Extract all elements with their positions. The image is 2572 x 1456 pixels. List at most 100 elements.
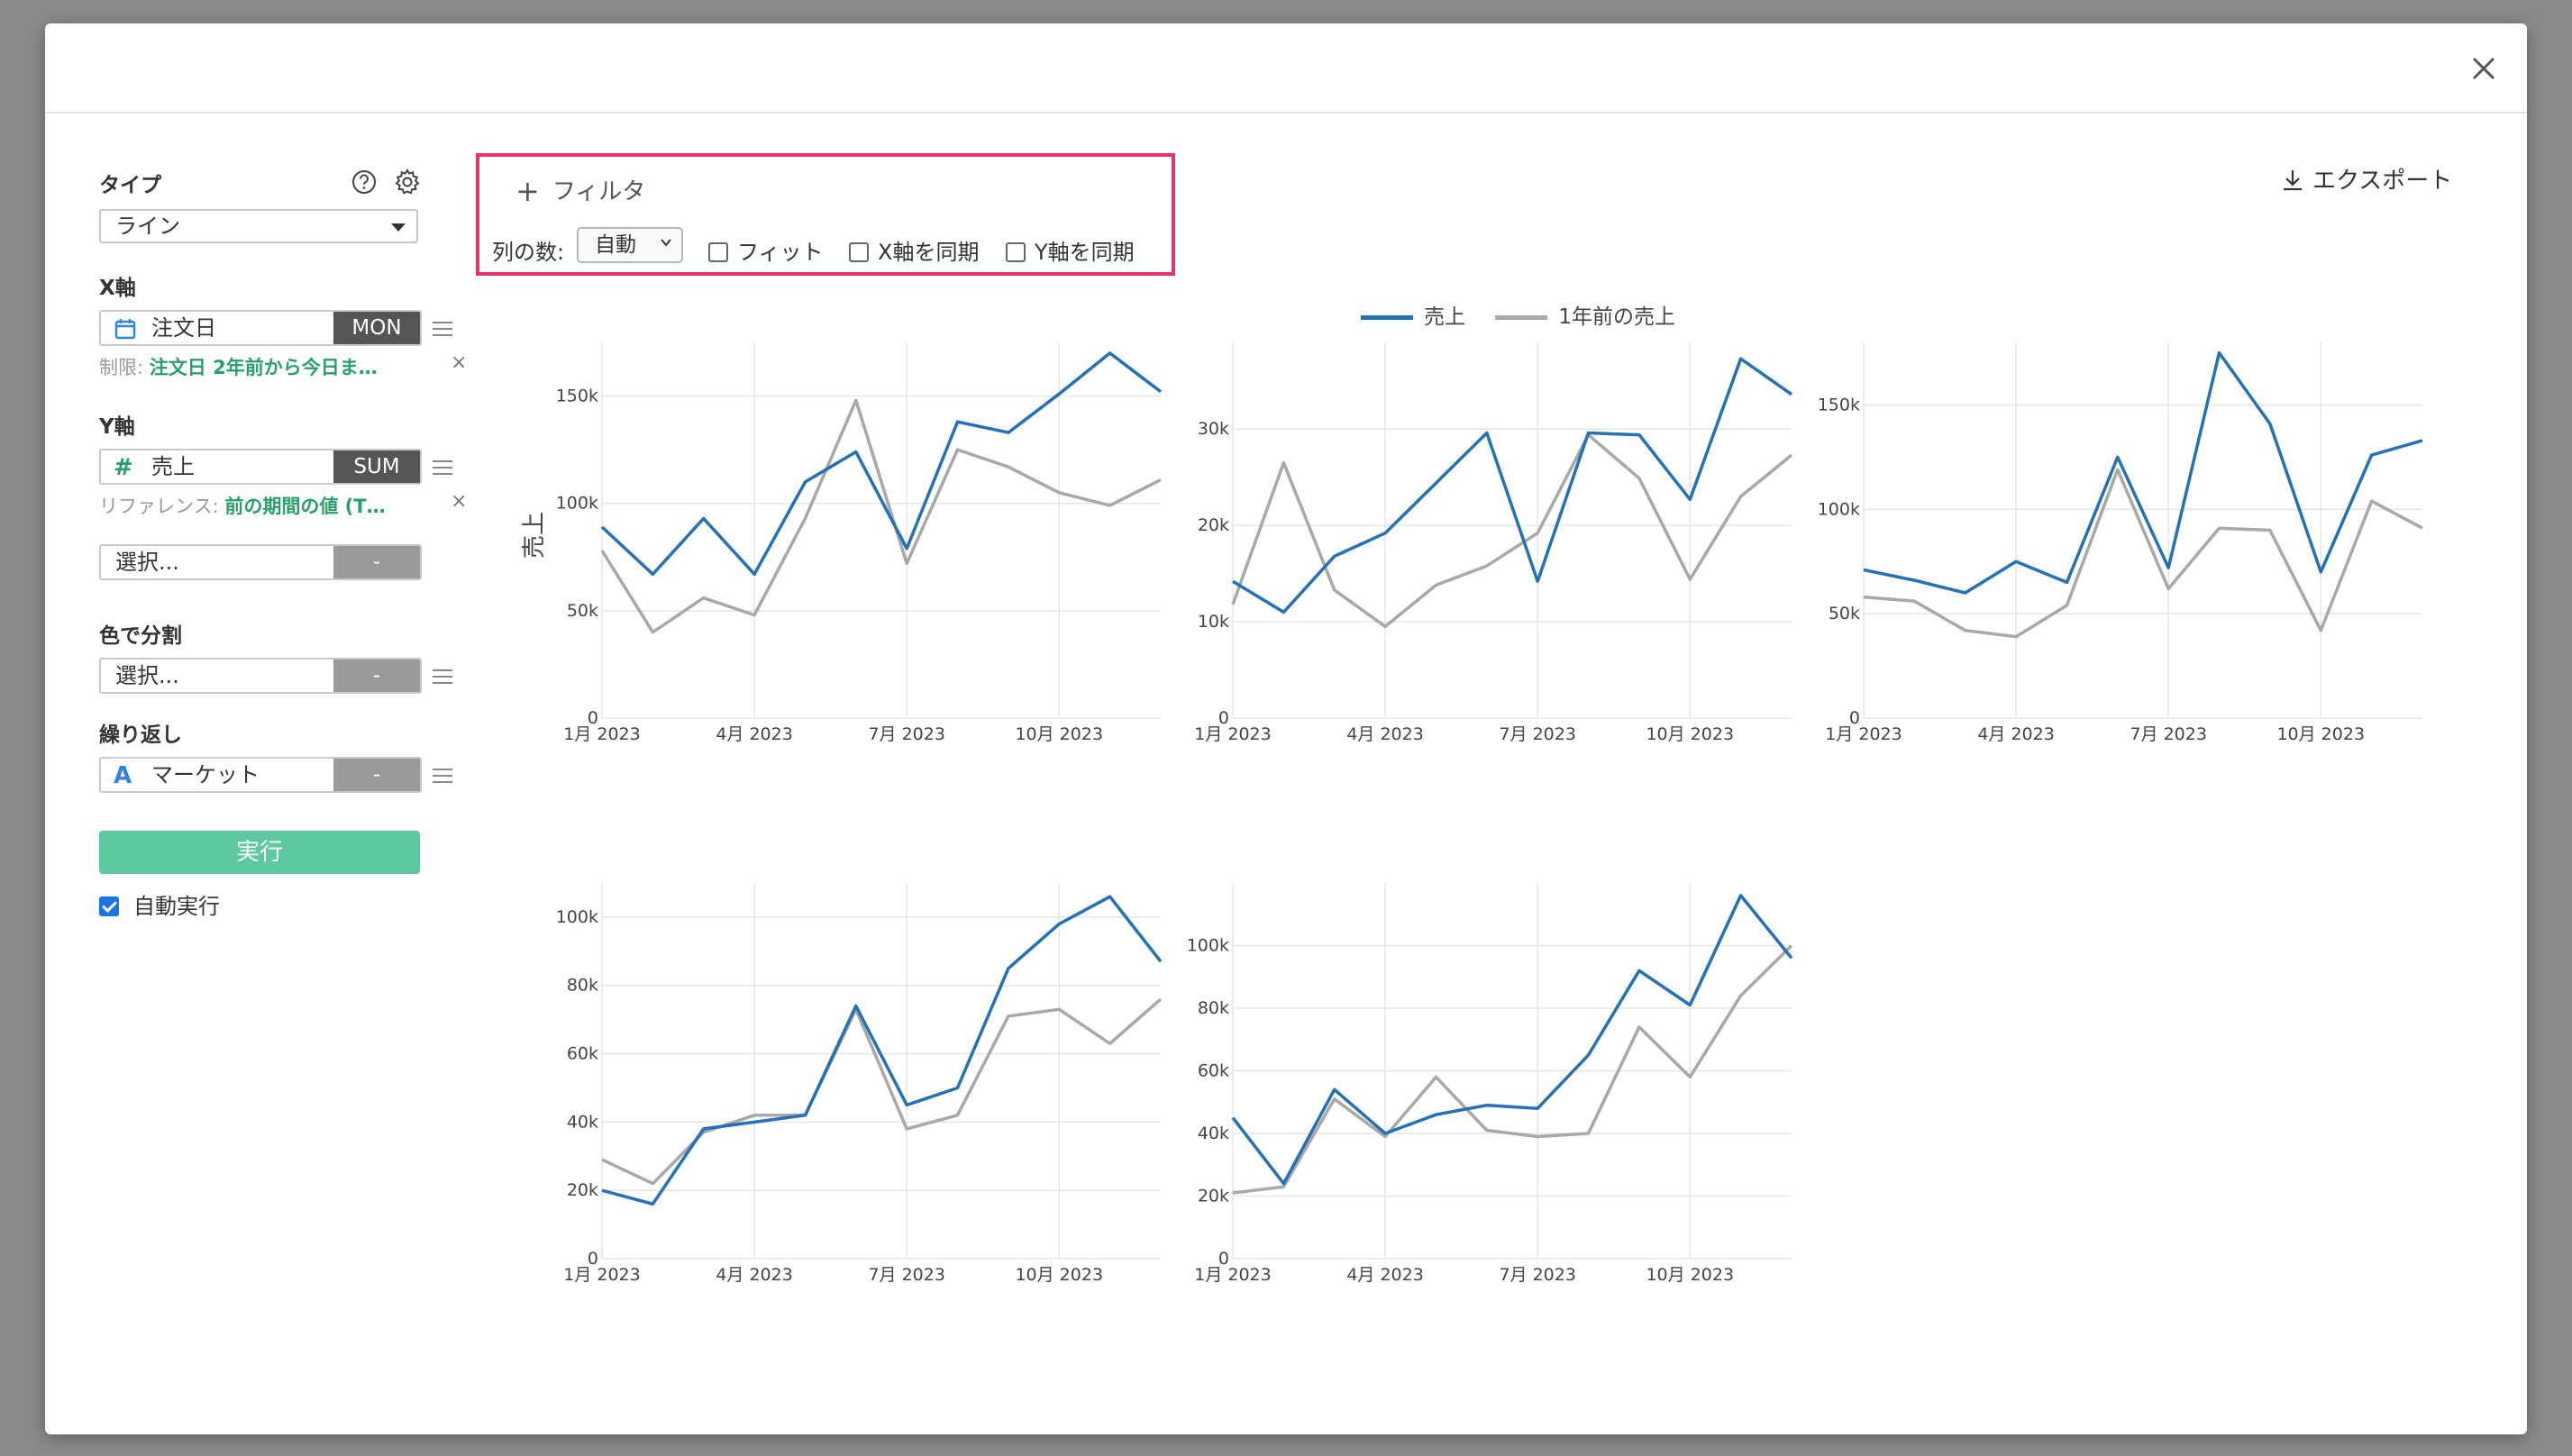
color-split-tag[interactable]: - bbox=[333, 660, 420, 692]
y-tick-label: 100k bbox=[556, 907, 598, 927]
y-tick-label: 50k bbox=[567, 601, 598, 621]
help-icon[interactable] bbox=[350, 168, 379, 196]
close-icon[interactable] bbox=[2466, 50, 2502, 86]
color-split-select[interactable]: 選択... - bbox=[99, 658, 422, 694]
x-tick-label: 4月 2023 bbox=[1346, 1265, 1423, 1285]
legend-swatch bbox=[1495, 315, 1548, 320]
dialog-header bbox=[45, 23, 2527, 114]
x-tick-label: 10月 2023 bbox=[1015, 1265, 1103, 1285]
x-limit-prefix: 制限: bbox=[99, 357, 144, 378]
hash-icon: # bbox=[114, 454, 133, 481]
hamburger-icon[interactable] bbox=[433, 768, 452, 784]
add-filter-button[interactable]: + フィルタ bbox=[515, 173, 645, 208]
repeat-label: 繰り返し bbox=[99, 723, 182, 747]
x-tick-label: 1月 2023 bbox=[1194, 724, 1271, 744]
text-type-icon: A bbox=[114, 762, 132, 789]
y-tick-label: 60k bbox=[567, 1044, 598, 1064]
fit-label: フィット bbox=[737, 240, 824, 265]
checkbox-icon[interactable] bbox=[708, 242, 728, 262]
color-split-label: 色で分割 bbox=[99, 624, 182, 648]
y-reference-prefix: リファレンス: bbox=[99, 496, 219, 517]
y-axis-field[interactable]: # 売上 SUM bbox=[99, 449, 422, 485]
y-tick-label: 100k bbox=[556, 494, 598, 514]
x-tick-label: 7月 2023 bbox=[1499, 724, 1575, 744]
x-limit-value: 注文日 2年前から今日ま… bbox=[149, 357, 378, 378]
repeat-field-tag[interactable]: - bbox=[333, 759, 420, 791]
x-limit-remove-icon[interactable]: × bbox=[451, 351, 467, 374]
series-line-sales[interactable] bbox=[1231, 894, 1793, 1186]
chevron-down-icon bbox=[661, 239, 671, 247]
extra-field-select[interactable]: 選択... - bbox=[99, 544, 422, 580]
x-field-name: 注文日 bbox=[151, 315, 216, 341]
y-field-name: 売上 bbox=[151, 454, 195, 479]
checkbox-icon[interactable] bbox=[849, 242, 869, 262]
chart-panel-2: 010k20k30k1月 2023 4月 2023 7月 2023 10月 2023 bbox=[1194, 342, 1793, 744]
y-tick-label: 150k bbox=[1818, 396, 1860, 415]
x-tick-label: 10月 2023 bbox=[1646, 724, 1734, 744]
export-button[interactable]: エクスポート bbox=[2282, 162, 2452, 196]
series-line-sales[interactable] bbox=[1232, 357, 1793, 614]
y-reference-text[interactable]: リファレンス: 前の期間の値 (T… bbox=[99, 492, 386, 519]
download-icon bbox=[2284, 170, 2302, 191]
x-tick-label: 4月 2023 bbox=[1977, 724, 2054, 744]
series-line-prev-year-sales[interactable] bbox=[1231, 432, 1793, 629]
add-filter-label: フィルタ bbox=[552, 178, 646, 205]
x-tick-label: 7月 2023 bbox=[868, 724, 944, 744]
x-axis-field[interactable]: 注文日 MON bbox=[99, 310, 422, 346]
hamburger-icon[interactable] bbox=[433, 669, 452, 685]
series-line-sales[interactable] bbox=[1863, 350, 2423, 595]
x-tick-label: 10月 2023 bbox=[1015, 724, 1103, 744]
y-tick-label: 40k bbox=[567, 1112, 598, 1132]
x-tick-label: 7月 2023 bbox=[868, 1265, 944, 1285]
run-button[interactable]: 実行 bbox=[99, 831, 420, 874]
sidebar: タイプ ライン X軸 注文日 MON 制限: 注文日 2年前から今日ま… × Y… bbox=[99, 168, 478, 942]
columns-select[interactable]: 自動 bbox=[577, 227, 683, 263]
repeat-field-name: マーケット bbox=[151, 762, 260, 787]
x-aggregation-button[interactable]: MON bbox=[333, 312, 420, 344]
type-label: タイプ bbox=[99, 174, 161, 197]
chart-panel-5: 020k40k60k80k100k1月 2023 4月 2023 7月 2023 10… bbox=[1187, 883, 1793, 1285]
chart-type-value: ライン bbox=[115, 214, 180, 239]
filter-panel: + フィルタ 列の数: 自動 フィット X軸を同期 Y軸を同期 bbox=[476, 153, 1175, 276]
calendar-icon bbox=[114, 319, 136, 340]
series-line-prev-year-sales[interactable] bbox=[1863, 468, 2423, 639]
y-aggregation-button[interactable]: SUM bbox=[333, 450, 420, 483]
fit-checkbox[interactable]: フィット bbox=[708, 234, 824, 266]
repeat-field[interactable]: A マーケット - bbox=[99, 757, 422, 793]
y-tick-label: 20k bbox=[1198, 515, 1229, 535]
checkbox-icon[interactable] bbox=[1006, 242, 1026, 262]
chart-type-select[interactable]: ライン bbox=[99, 209, 418, 243]
y-reference-remove-icon[interactable]: × bbox=[451, 490, 467, 513]
x-limit-text[interactable]: 制限: 注文日 2年前から今日ま… bbox=[99, 353, 378, 380]
x-tick-label: 4月 2023 bbox=[716, 724, 792, 744]
gear-icon[interactable] bbox=[393, 168, 422, 196]
chart-panel-4: 020k40k60k80k100k1月 2023 4月 2023 7月 2023 10… bbox=[556, 883, 1163, 1285]
y-tick-label: 80k bbox=[1198, 998, 1229, 1018]
x-tick-label: 1月 2023 bbox=[1825, 724, 1902, 744]
sync-x-checkbox[interactable]: X軸を同期 bbox=[849, 234, 979, 266]
chart-panel-3: 050k100k150k1月 2023 4月 2023 7月 2023 10月 202… bbox=[1818, 342, 2423, 744]
export-label: エクスポート bbox=[2312, 168, 2453, 195]
hamburger-icon[interactable] bbox=[433, 460, 452, 476]
columns-label: 列の数: bbox=[492, 240, 565, 265]
sync-y-checkbox[interactable]: Y軸を同期 bbox=[1006, 234, 1135, 266]
y-tick-label: 100k bbox=[1818, 499, 1860, 519]
hamburger-icon[interactable] bbox=[433, 321, 452, 337]
x-tick-label: 4月 2023 bbox=[1346, 724, 1423, 744]
series-line-sales[interactable] bbox=[600, 351, 1163, 577]
y-tick-label: 100k bbox=[1187, 936, 1229, 956]
series-line-prev-year-sales[interactable] bbox=[1232, 944, 1793, 1195]
series-line-sales[interactable] bbox=[601, 895, 1163, 1206]
extra-field-tag[interactable]: - bbox=[333, 546, 420, 578]
columns-value: 自動 bbox=[595, 233, 636, 257]
chevron-down-icon bbox=[391, 223, 406, 232]
series-line-prev-year-sales[interactable] bbox=[600, 398, 1162, 634]
x-tick-label: 4月 2023 bbox=[716, 1265, 792, 1285]
y-tick-label: 80k bbox=[567, 976, 598, 996]
y-axis-label: Y軸 bbox=[99, 415, 135, 439]
checkbox-checked-icon[interactable] bbox=[99, 896, 119, 916]
extra-field-placeholder: 選択... bbox=[115, 550, 179, 575]
auto-run-checkbox[interactable]: 自動実行 bbox=[99, 888, 220, 920]
x-tick-label: 1月 2023 bbox=[563, 1265, 640, 1285]
color-split-placeholder: 選択... bbox=[115, 663, 179, 688]
